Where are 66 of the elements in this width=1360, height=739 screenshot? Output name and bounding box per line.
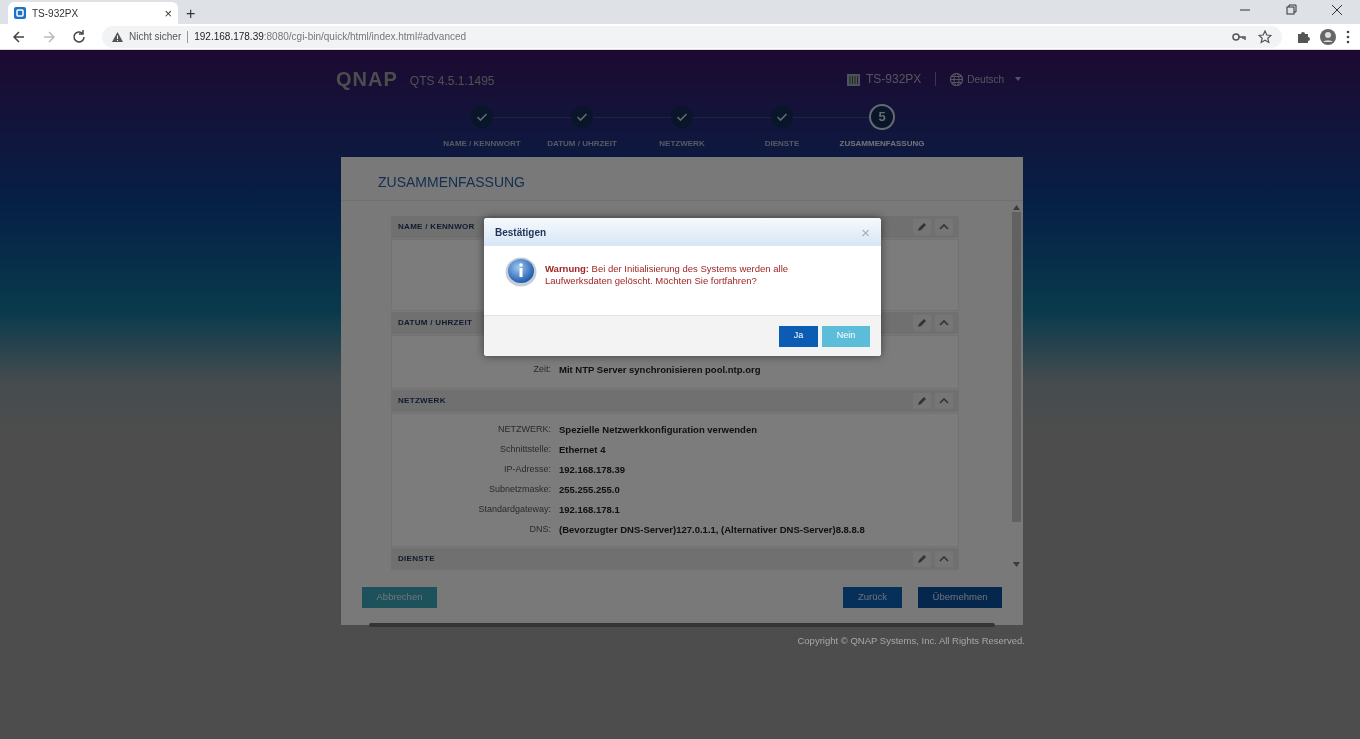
field-value: Ethernet 4: [559, 442, 606, 457]
field-label: IP-Adresse:: [502, 463, 552, 477]
puzzle-icon[interactable]: [1296, 29, 1310, 44]
field-label: DNS:: [528, 523, 552, 537]
current-step-marker: 5: [869, 104, 895, 130]
section-title: DATUM / UHRZEIT: [398, 317, 473, 329]
address-bar[interactable]: Nicht sicher 192.168.178.39:8080/cgi-bin/quick/html/index.html#advanced: [102, 25, 1282, 48]
app-icon: [14, 7, 26, 19]
yes-button[interactable]: Ja: [779, 325, 818, 347]
step-label[interactable]: NAME / KENNWORT: [443, 138, 521, 150]
edit-icon[interactable]: [913, 315, 931, 331]
browser-tab[interactable]: TS-932PX ×: [8, 2, 178, 24]
edit-icon[interactable]: [913, 393, 931, 409]
caret-icon: [1014, 76, 1022, 82]
collapse-icon[interactable]: [935, 393, 953, 409]
reload-icon[interactable]: [70, 27, 88, 46]
step-label[interactable]: ZUSAMMENFASSUNG: [839, 138, 925, 150]
apply-button[interactable]: Übernehmen: [918, 587, 1002, 608]
field-label: Standardgateway:: [477, 503, 552, 517]
dialog-title: Bestätigen: [495, 225, 548, 240]
warning-icon: [112, 31, 123, 42]
new-tab-button[interactable]: +: [186, 6, 196, 22]
dialog-close-button[interactable]: ×: [861, 224, 870, 240]
edit-icon[interactable]: [913, 219, 931, 235]
qnap-logo: QNAP: [336, 69, 398, 89]
collapse-icon[interactable]: [935, 551, 953, 567]
field-label: Subnetzmaske:: [487, 483, 552, 497]
scroll-down-icon: [1013, 562, 1020, 567]
info-icon: [505, 257, 537, 287]
profile-icon[interactable]: [1320, 28, 1336, 45]
url-text: 192.168.178.39:8080/cgi-bin/quick/html/index.html#advanced: [194, 30, 467, 44]
collapse-icon[interactable]: [935, 315, 953, 331]
device-name: TS-932PX: [865, 71, 922, 88]
section-title: NETZWERK: [398, 395, 446, 407]
back-button[interactable]: Zurück: [843, 587, 902, 608]
star-icon[interactable]: [1258, 29, 1272, 44]
tab-close-button[interactable]: ×: [164, 6, 172, 20]
warning-message: Warnung: Bei der Initialisierung des Systems werden alle Laufwerksdaten gelöscht. Möchten Sie fortfahren?: [545, 263, 790, 287]
step-label[interactable]: DATUM / UHRZEIT: [547, 138, 617, 150]
server-icon: [846, 72, 860, 86]
step-label[interactable]: DIENSTE: [764, 138, 800, 150]
field-label: Schnittstelle:: [498, 443, 552, 457]
edit-icon[interactable]: [913, 551, 931, 567]
field-value: 192.168.178.39: [559, 462, 626, 477]
field-value: 255.255.255.0: [559, 482, 620, 497]
collapse-icon[interactable]: [935, 219, 953, 235]
field-value: 192.168.178.1: [559, 502, 620, 517]
section-title: DIENSTE: [398, 553, 435, 565]
field-label: NETZWERK:: [497, 423, 552, 437]
step-label[interactable]: NETZWERK: [659, 138, 705, 150]
field-label: Zeit:: [532, 363, 552, 377]
scroll-up-icon: [1013, 205, 1020, 210]
no-button[interactable]: Nein: [822, 325, 870, 347]
field-value: Spezielle Netzwerkkonfiguration verwenden: [559, 422, 757, 437]
field-value: (Bevorzugter DNS-Server)127.0.1.1, (Alternativer DNS-Server)8.8.8.8: [559, 522, 865, 537]
section-title: NAME / KENNWOR: [398, 221, 475, 233]
security-label: Nicht sicher: [129, 30, 182, 44]
tab-title: TS-932PX: [32, 6, 80, 21]
cancel-button[interactable]: Abbrechen: [362, 587, 437, 608]
version-label: QTS 4.5.1.1495: [409, 73, 495, 90]
field-value: Mit NTP Server synchronisieren pool.ntp.org: [559, 362, 761, 377]
copyright-text: Copyright © QNAP Systems, Inc. All Rights Reserved.: [797, 634, 1025, 648]
language-selector[interactable]: Deutsch: [950, 71, 1022, 87]
globe-icon: [950, 72, 964, 86]
card-title: ZUSAMMENFASSUNG: [377, 173, 526, 192]
menu-icon[interactable]: [1346, 29, 1350, 44]
